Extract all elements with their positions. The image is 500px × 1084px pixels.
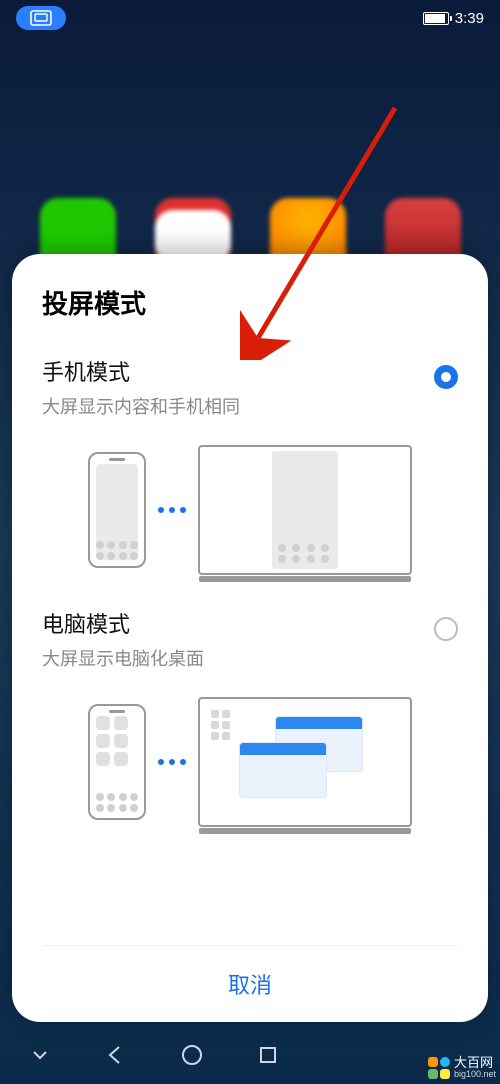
option-pc-mode[interactable]: 电脑模式 大屏显示电脑化桌面 <box>42 607 458 671</box>
nav-recent-icon[interactable] <box>258 1045 278 1065</box>
screencast-indicator[interactable] <box>16 6 66 30</box>
tv-icon <box>198 697 412 827</box>
watermark-url: big100.net <box>454 1070 496 1080</box>
radio-unselected-icon[interactable] <box>434 617 458 641</box>
radio-selected-icon[interactable] <box>434 365 458 389</box>
cancel-bar: 取消 <box>42 945 458 1022</box>
arrow-dots-icon <box>158 759 186 765</box>
arrow-dots-icon <box>158 507 186 513</box>
phone-mode-illustration <box>42 445 458 575</box>
battery-icon <box>423 12 449 25</box>
status-bar: 3:39 <box>0 0 500 36</box>
option-title: 手机模式 <box>42 355 418 387</box>
pc-mode-illustration <box>42 697 458 827</box>
cast-mode-sheet: 投屏模式 手机模式 大屏显示内容和手机相同 电脑模式 大屏显示电脑化桌面 <box>12 254 488 1022</box>
android-nav-bar <box>0 1026 500 1084</box>
status-left <box>16 6 66 30</box>
phone-icon <box>88 704 146 820</box>
sheet-title: 投屏模式 <box>42 284 458 321</box>
cancel-button[interactable]: 取消 <box>228 973 272 998</box>
nav-home-icon[interactable] <box>180 1043 204 1067</box>
tv-icon <box>198 445 412 575</box>
status-right: 3:39 <box>423 10 484 27</box>
option-phone-mode[interactable]: 手机模式 大屏显示内容和手机相同 <box>42 355 458 419</box>
clock: 3:39 <box>455 10 484 27</box>
cast-icon <box>30 10 52 26</box>
option-sub: 大屏显示电脑化桌面 <box>42 645 418 671</box>
watermark-name: 大百网 <box>454 1056 496 1070</box>
nav-dropdown-icon[interactable] <box>30 1045 50 1065</box>
option-sub: 大屏显示内容和手机相同 <box>42 393 418 419</box>
nav-back-icon[interactable] <box>104 1044 126 1066</box>
watermark-logo-icon <box>428 1057 450 1079</box>
option-title: 电脑模式 <box>42 607 418 639</box>
phone-icon <box>88 452 146 568</box>
watermark: 大百网 big100.net <box>428 1056 496 1080</box>
